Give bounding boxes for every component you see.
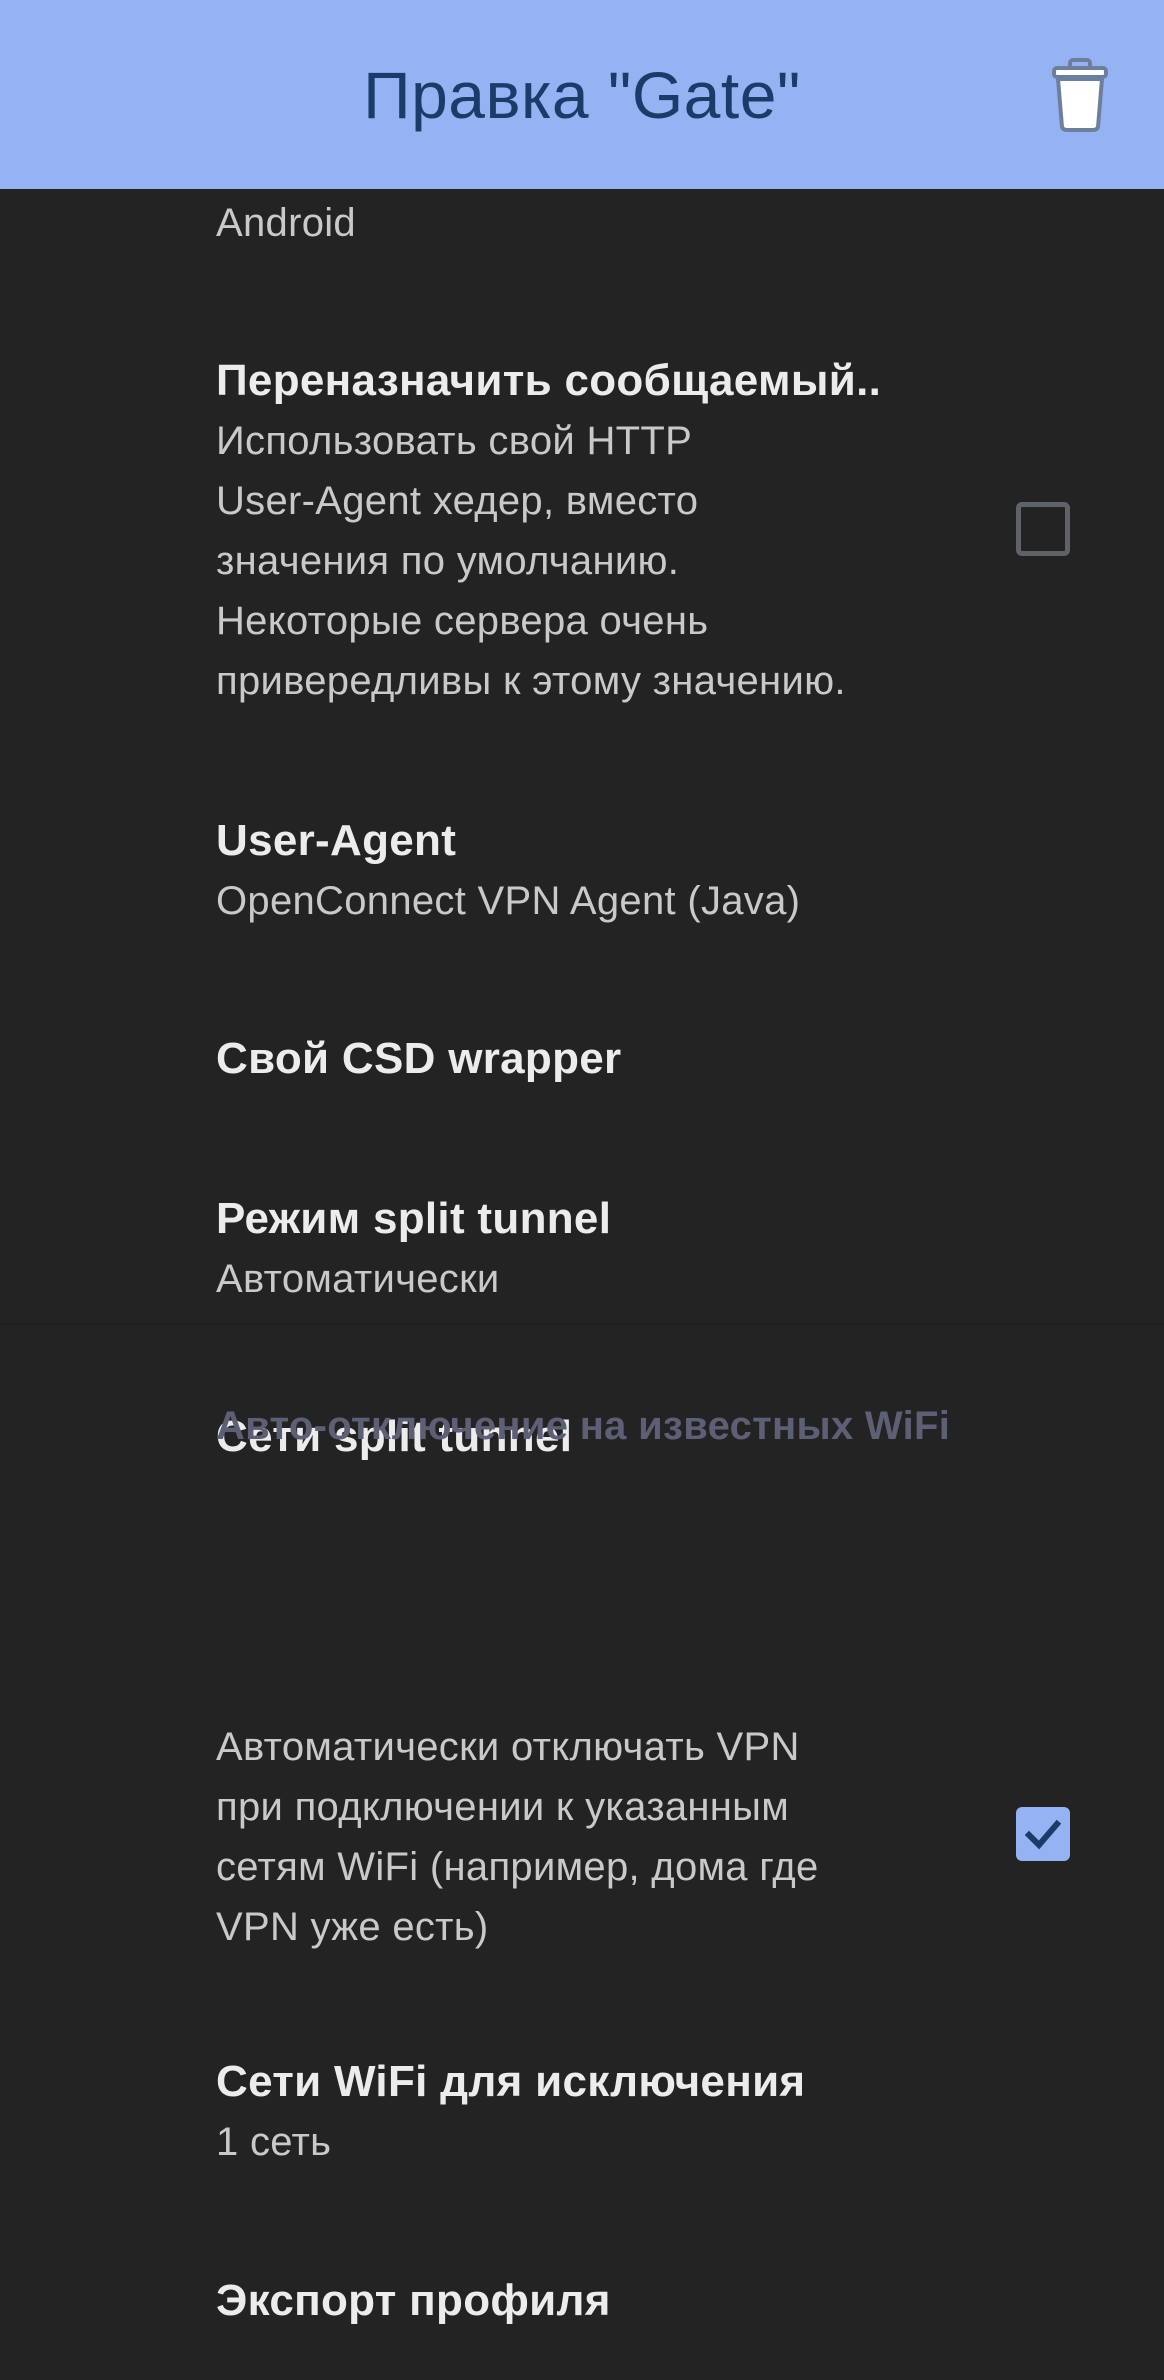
checkmark-icon xyxy=(1024,1819,1062,1850)
preference-title: User-Agent xyxy=(216,816,457,865)
trash-icon xyxy=(1052,58,1108,132)
preference-override-user-agent[interactable]: Переназначить сообщаемый.. Использовать … xyxy=(216,351,936,711)
app-bar: Правка "Gate" xyxy=(0,0,1164,189)
preference-summary-line: сетям WiFi (например, дома где xyxy=(216,1845,819,1889)
preference-split-tunnel-mode[interactable]: Режим split tunnel Автоматически xyxy=(216,1189,976,1309)
preference-summary-line: Автоматически отключать VPN xyxy=(216,1725,800,1769)
preference-user-agent[interactable]: User-Agent OpenConnect VPN Agent (Java) xyxy=(216,811,976,931)
preference-summary-line: User-Agent хедер, вместо xyxy=(216,479,699,523)
preference-summary-line: Использовать свой HTTP xyxy=(216,419,693,463)
preference-title: Экспорт профиля xyxy=(216,2276,611,2325)
preference-summary-line: значения по умолчанию. xyxy=(216,539,680,583)
preference-summary-line: VPN уже есть) xyxy=(216,1905,489,1949)
preference-item-partial[interactable]: Android xyxy=(216,193,976,253)
preference-title: Режим split tunnel xyxy=(216,1194,612,1243)
preference-auto-disconnect-wifi[interactable]: Автоматически отключать VPN при подключе… xyxy=(216,1717,936,1957)
preference-wifi-exclusions[interactable]: Сети WiFi для исключения 1 сеть xyxy=(216,2052,976,2172)
preference-summary: Автоматически xyxy=(216,1257,500,1301)
preference-csd-wrapper[interactable]: Свой CSD wrapper xyxy=(216,1029,976,1089)
delete-profile-button[interactable] xyxy=(1035,50,1125,140)
section-header: Авто-отключение на известных WiFi xyxy=(216,1404,951,1448)
auto-disconnect-checkbox[interactable] xyxy=(1016,1807,1070,1861)
preference-title: Сети WiFi для исключения xyxy=(216,2057,806,2106)
preference-summary: OpenConnect VPN Agent (Java) xyxy=(216,879,801,923)
preference-summary: Android xyxy=(216,201,356,245)
preference-summary: 1 сеть xyxy=(216,2120,332,2164)
preference-summary-line: Некоторые сервера очень xyxy=(216,599,709,643)
preference-export-profile[interactable]: Экспорт профиля xyxy=(216,2271,976,2331)
override-user-agent-checkbox[interactable] xyxy=(1016,502,1070,556)
section-divider xyxy=(0,1323,1164,1325)
preference-title: Переназначить сообщаемый.. xyxy=(216,356,882,405)
page-title: Правка "Gate" xyxy=(363,57,801,132)
preference-summary-line: при подключении к указанным xyxy=(216,1785,790,1829)
preference-title: Свой CSD wrapper xyxy=(216,1034,622,1083)
preference-summary-line: привередливы к этому значению. xyxy=(216,659,846,703)
